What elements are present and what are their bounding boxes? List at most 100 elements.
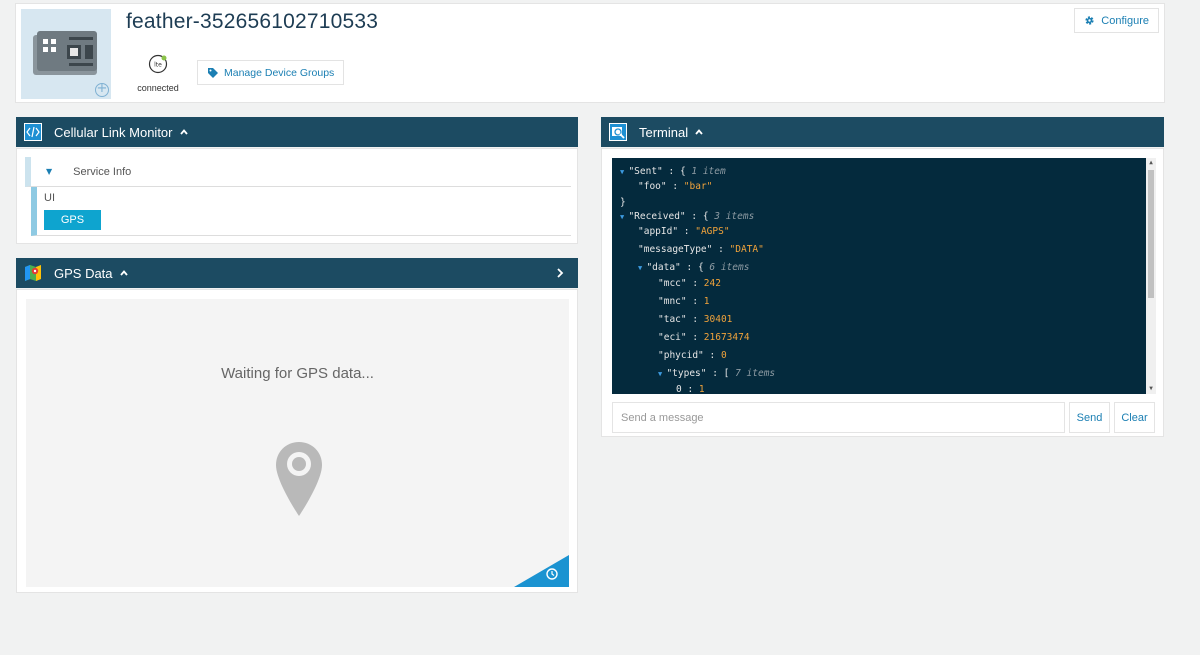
collapse-icon[interactable]	[179, 128, 188, 136]
history-button[interactable]	[514, 555, 569, 587]
json-item-count: 1 item	[691, 166, 726, 177]
add-image-icon[interactable]: +	[95, 82, 109, 97]
terminal-title: Terminal	[639, 124, 689, 140]
json-value: "DATA"	[729, 244, 764, 255]
json-key: "phycid"	[658, 350, 704, 361]
service-info-label: Service Info	[73, 165, 132, 178]
gps-button[interactable]: GPS	[44, 210, 101, 230]
json-key: "appId"	[638, 226, 679, 237]
json-separator: :	[681, 384, 699, 394]
device-title: feather-352656102710533	[126, 10, 379, 33]
json-separator: :	[666, 181, 684, 192]
json-line: "mnc" : 1	[658, 294, 710, 310]
manage-device-groups-button[interactable]: Manage Device Groups	[197, 60, 345, 85]
json-key: "foo"	[638, 181, 667, 192]
json-key: "Received"	[628, 211, 686, 222]
json-value: 1	[698, 384, 705, 394]
clear-button[interactable]: Clear	[1114, 402, 1155, 433]
tag-icon	[208, 67, 218, 78]
cellular-monitor-title: Cellular Link Monitor	[54, 124, 173, 140]
cellular-monitor-body: ▼ Service Info UI GPS	[16, 148, 578, 244]
json-separator: :	[685, 211, 703, 222]
json-separator: :	[686, 314, 704, 325]
terminal-icon	[609, 123, 627, 141]
ui-label: UI	[44, 192, 55, 204]
service-info-row[interactable]: ▼ Service Info	[25, 157, 571, 187]
configure-button[interactable]: Configure	[1074, 8, 1159, 33]
json-line: "tac" : 30401	[658, 312, 732, 328]
json-brace: {	[702, 211, 715, 222]
terminal-scrollbar[interactable]: ▲ ▼	[1146, 158, 1156, 394]
json-value: 242	[703, 278, 721, 289]
cellular-monitor-header[interactable]: Cellular Link Monitor	[16, 117, 578, 147]
json-value: "bar"	[683, 181, 713, 192]
json-line[interactable]: ▼ "Received" : { 3 items	[620, 209, 754, 225]
json-separator: :	[712, 244, 730, 255]
json-separator: :	[686, 278, 704, 289]
json-line: "foo" : "bar"	[638, 179, 712, 195]
json-separator: :	[680, 262, 698, 273]
map-icon	[25, 265, 41, 281]
gps-waiting-text: Waiting for GPS data...	[221, 365, 374, 382]
gps-data-body: Waiting for GPS data...	[16, 289, 578, 593]
json-brace: {	[679, 166, 692, 177]
device-header: + feather-352656102710533 Configure lte …	[15, 3, 1165, 103]
json-separator: :	[703, 350, 721, 361]
gps-data-header[interactable]: GPS Data	[16, 258, 578, 288]
json-item-count: 6 items	[709, 262, 750, 273]
svg-text:lte: lte	[154, 62, 162, 69]
map-pin-icon	[276, 442, 322, 516]
gear-icon	[1085, 16, 1094, 25]
scroll-down-icon[interactable]: ▼	[1148, 386, 1154, 392]
device-board-icon	[33, 31, 97, 75]
json-value: 30401	[703, 314, 733, 325]
send-button[interactable]: Send	[1069, 402, 1110, 433]
manage-groups-label: Manage Device Groups	[224, 66, 335, 79]
json-brace: {	[697, 262, 710, 273]
json-key: "eci"	[658, 332, 687, 343]
json-line[interactable]: ▼ "Sent" : { 1 item	[620, 164, 726, 180]
json-separator: :	[678, 226, 696, 237]
json-line: "phycid" : 0	[658, 348, 727, 364]
configure-label: Configure	[1101, 14, 1149, 27]
terminal-body: ▼ "Sent" : { 1 item "foo" : "bar"} ▼ "Rece…	[601, 148, 1164, 437]
terminal-header[interactable]: Terminal	[601, 117, 1164, 147]
code-icon	[24, 123, 42, 141]
json-separator: :	[686, 332, 704, 343]
json-line: "messageType" : "DATA"	[638, 242, 764, 258]
collapse-icon[interactable]	[119, 269, 128, 277]
json-key: "Sent"	[628, 166, 663, 177]
json-key: "types"	[666, 368, 707, 379]
scroll-up-icon[interactable]: ▲	[1148, 160, 1154, 166]
json-separator: :	[662, 166, 680, 177]
json-key: "data"	[646, 262, 681, 273]
json-line[interactable]: ▼ "data" : { 6 items	[638, 260, 749, 276]
json-line[interactable]: ▼ "types" : [ 7 items	[658, 366, 775, 382]
json-key: "mcc"	[658, 278, 687, 289]
json-value: 21673474	[703, 332, 750, 343]
json-line: "eci" : 21673474	[658, 330, 750, 346]
status-label: connected	[137, 83, 179, 93]
connection-status: lte connected	[133, 54, 183, 93]
expand-icon[interactable]: ▼	[46, 167, 52, 176]
gps-data-title: GPS Data	[54, 265, 113, 281]
collapse-icon[interactable]	[695, 128, 703, 136]
json-line: "mcc" : 242	[658, 276, 721, 292]
terminal-output[interactable]: ▼ "Sent" : { 1 item "foo" : "bar"} ▼ "Rece…	[612, 158, 1156, 394]
json-brace: [	[723, 368, 736, 379]
json-key: "mnc"	[658, 296, 687, 307]
json-key: "messageType"	[638, 244, 713, 255]
device-image[interactable]: +	[21, 9, 111, 99]
lte-icon: lte	[148, 54, 168, 74]
json-item-count: 3 items	[714, 211, 755, 222]
json-line: "appId" : "AGPS"	[638, 224, 730, 240]
json-separator: :	[706, 368, 724, 379]
scrollbar-thumb[interactable]	[1148, 170, 1154, 298]
gps-map-placeholder: Waiting for GPS data...	[26, 299, 569, 587]
json-brace: }	[620, 197, 626, 208]
ui-row: UI GPS	[31, 187, 571, 236]
json-value: "AGPS"	[695, 226, 730, 237]
json-item-count: 7 items	[735, 368, 776, 379]
send-message-input[interactable]	[612, 402, 1065, 433]
chevron-right-icon[interactable]	[556, 268, 564, 278]
